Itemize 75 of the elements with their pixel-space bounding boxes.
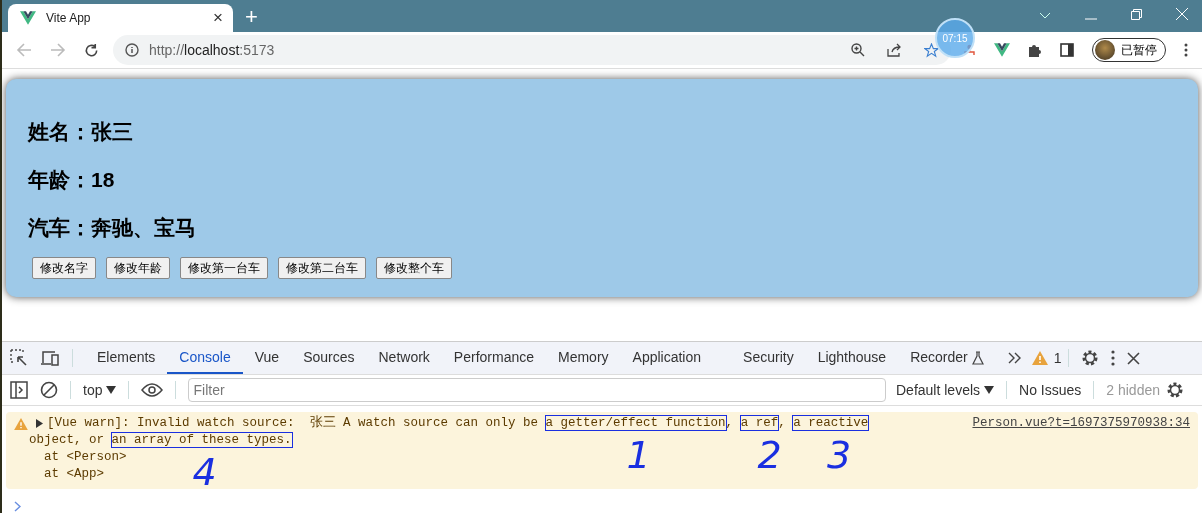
browser-tab[interactable]: Vite App × [8, 4, 233, 32]
url-text: http://localhost:5173 [149, 42, 275, 58]
devtools-tab[interactable]: Sources [291, 342, 367, 374]
devtools-tab[interactable]: Lighthouse [805, 342, 899, 374]
clear-icon[interactable] [40, 381, 58, 399]
chevron-down-icon[interactable] [1039, 12, 1051, 20]
action-button[interactable]: 修改第一台车 [180, 257, 268, 279]
devtools-tab[interactable]: Memory [546, 342, 621, 374]
kebab-menu-icon[interactable] [1110, 350, 1115, 366]
issue-count[interactable]: 1 [1053, 350, 1062, 366]
avatar-icon [1095, 40, 1115, 60]
settings-icon[interactable] [1080, 349, 1099, 367]
restore-icon[interactable] [1131, 9, 1142, 20]
message-text: [Vue warn]: Invalid watch source: 张三 A watch source can only be [47, 416, 540, 430]
share-icon[interactable] [887, 43, 902, 57]
warning-icon [1031, 351, 1048, 365]
star-icon[interactable] [924, 42, 939, 58]
action-button[interactable]: 修改第二台车 [278, 257, 366, 279]
devtools-tab[interactable]: Performance [441, 342, 546, 374]
inspect-icon[interactable] [10, 349, 28, 367]
devtools-tab[interactable]: Application [620, 342, 714, 374]
devtools-tab[interactable]: Network [366, 342, 442, 374]
side-panel-icon[interactable] [1060, 43, 1074, 57]
handwritten-number: 3 [826, 436, 852, 474]
devtools-tab[interactable]: Elements [85, 342, 168, 374]
devtools-tab[interactable]: Recorder [898, 342, 980, 374]
field-text: 汽车：奔驰、宝马 [28, 215, 197, 241]
issues-button[interactable]: No Issues [1019, 382, 1082, 398]
tab-title: Vite App [46, 11, 92, 25]
zoom-icon[interactable] [851, 43, 865, 57]
highlighted-text: a ref [740, 416, 779, 430]
close-icon[interactable]: × [213, 8, 223, 28]
reload-icon[interactable] [84, 42, 99, 58]
source-link[interactable]: Person.vue?t=1697375970938:34 [972, 415, 1190, 483]
vue-logo-icon [20, 11, 36, 25]
context-dropdown[interactable]: top [83, 382, 117, 398]
close-icon[interactable] [1126, 351, 1140, 365]
hidden-count: 2 hidden [1106, 382, 1160, 398]
vue-logo-icon[interactable] [994, 43, 1010, 57]
action-button[interactable]: 修改年龄 [106, 257, 170, 279]
message-text: , [778, 416, 787, 430]
handwritten-number: 1 [626, 436, 651, 474]
devtools-tab[interactable]: Console [167, 342, 243, 374]
flask-icon [971, 351, 984, 365]
warning-icon [14, 417, 28, 430]
handwritten-number: 2 [757, 436, 782, 474]
devtools-tab[interactable]: Vue [242, 342, 292, 374]
devtools-tab[interactable]: Security [731, 342, 806, 374]
action-button[interactable]: 修改名字 [32, 257, 96, 279]
prompt-chevron-icon [14, 501, 21, 512]
caret-icon [106, 386, 117, 394]
sidebar-icon[interactable] [10, 381, 28, 399]
action-button[interactable]: 修改整个车 [376, 257, 452, 279]
handwritten-number: 4 [192, 453, 217, 491]
settings-icon[interactable] [1166, 381, 1184, 399]
device-icon[interactable] [40, 350, 60, 366]
more-tabs-icon[interactable] [1007, 352, 1022, 364]
highlighted-text: an array of these types. [111, 433, 292, 447]
filter-field[interactable]: Filter [188, 378, 886, 402]
highlighted-text: a reactive [793, 416, 869, 430]
message-text: object, or [29, 433, 105, 447]
eye-icon[interactable] [141, 383, 164, 397]
highlighted-text: a getter/effect function [545, 416, 726, 430]
puzzle-icon[interactable] [1028, 43, 1042, 57]
levels-dropdown[interactable]: Default levels [896, 382, 995, 398]
caret-icon [984, 386, 995, 394]
message-text: , [725, 416, 735, 430]
field-text: 年龄：18 [28, 167, 116, 193]
menu-icon[interactable] [1184, 43, 1188, 57]
expand-triangle-icon[interactable] [36, 419, 43, 428]
new-tab-button[interactable]: + [245, 5, 258, 29]
message-text: at <App> [43, 467, 104, 481]
message-text: at <Person> [43, 450, 127, 464]
info-icon [125, 43, 139, 57]
field-text: 姓名：张三 [28, 119, 134, 145]
